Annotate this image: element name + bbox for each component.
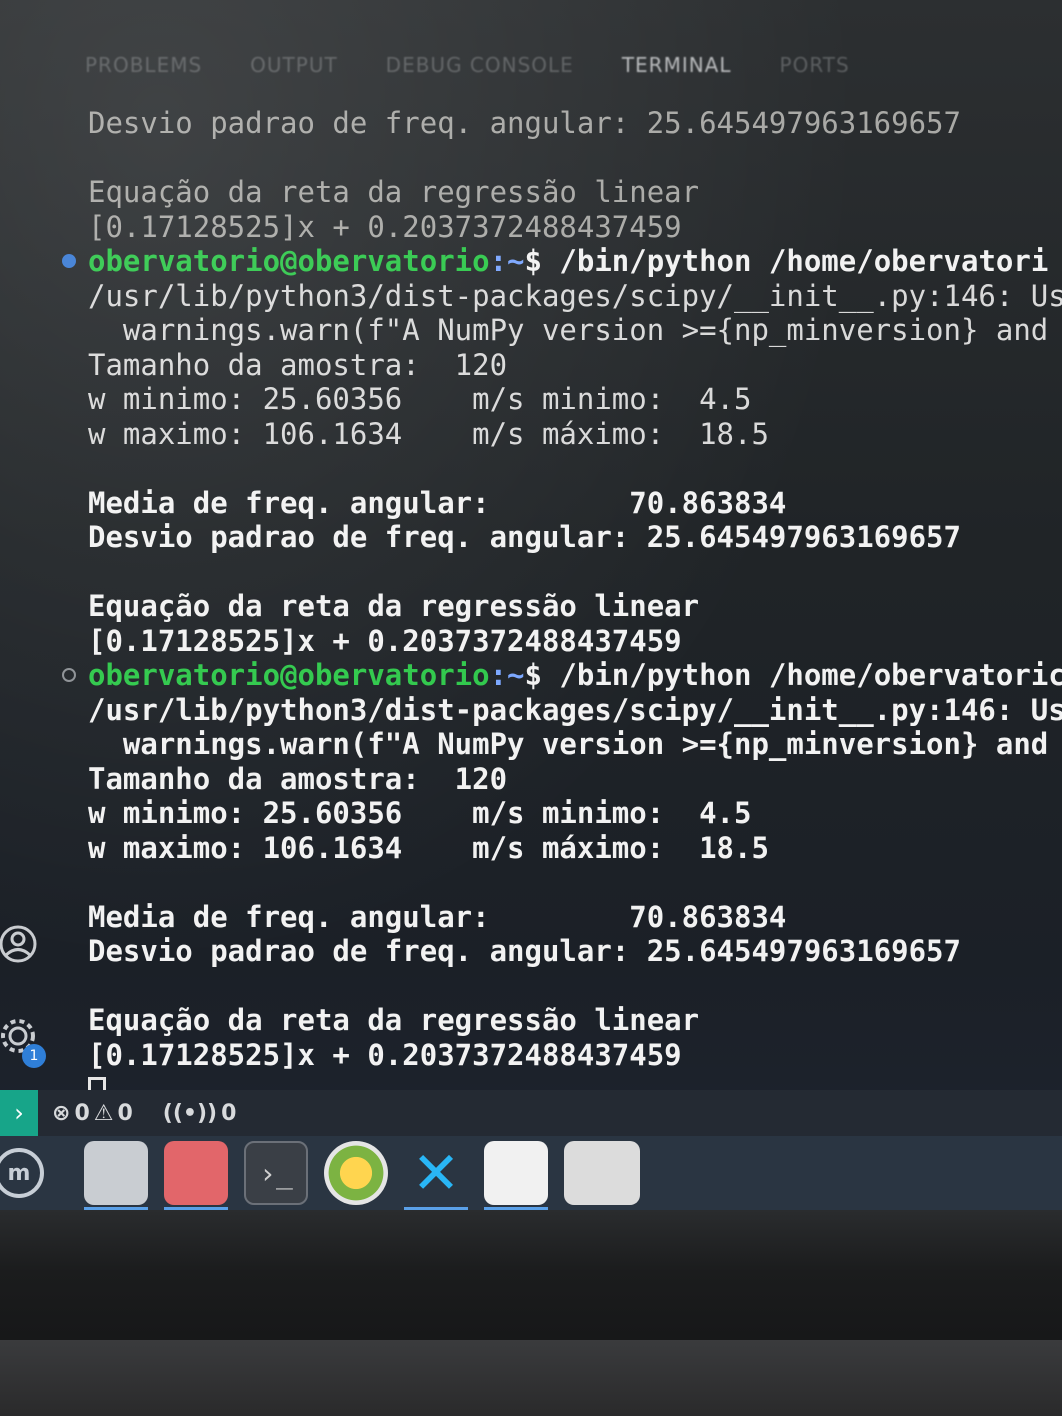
prompt-user: obervatorio@obervatorio	[88, 658, 490, 692]
terminal-line: Desvio padrao de freq. angular: 25.64549…	[88, 520, 961, 554]
command-status-dot-icon[interactable]	[62, 254, 76, 268]
settings-badge: 1	[22, 1044, 46, 1068]
warning-icon: ⚠	[93, 1100, 114, 1126]
terminal-output[interactable]: Desvio padrao de freq. angular: 25.64549…	[62, 106, 1062, 1107]
terminal-line: Tamanho da amostra: 120	[88, 761, 508, 796]
problems-status[interactable]: ⊗ 0 ⚠ 0	[52, 1101, 133, 1126]
terminal-line: warnings.warn(f"A NumPy version >={np_mi…	[88, 313, 1049, 347]
prompt-command: $ /bin/python /home/obervatoric	[524, 658, 1062, 692]
terminal-line: [0.17128525]x + 0.2037372488437459	[88, 623, 682, 658]
tab-ports[interactable]: PORTS	[780, 53, 850, 77]
terminal-line: w minimo: 25.60356 m/s minimo: 4.5	[88, 796, 752, 830]
terminal-line: w maximo: 106.1634 m/s máximo: 18.5	[88, 830, 769, 865]
prompt-user: obervatorio@obervatorio	[88, 244, 490, 278]
remote-button[interactable]: ›	[0, 1090, 38, 1136]
terminal-line: [0.17128525]x + 0.2037372488437459	[88, 1037, 682, 1072]
terminal-line: Desvio padrao de freq. angular: 25.64549…	[88, 106, 961, 140]
prompt-command: $ /bin/python /home/obervatori	[524, 244, 1049, 278]
terminal-line: Media de freq. angular: 70.863834	[88, 899, 787, 934]
files-icon[interactable]	[84, 1141, 148, 1210]
ports-count: 0	[221, 1100, 237, 1126]
tab-problems[interactable]: PROBLEMS	[85, 53, 202, 77]
terminal-prompt-line: obervatorio@obervatorio:~$ /bin/python /…	[62, 658, 1062, 693]
tab-terminal[interactable]: TERMINAL	[622, 53, 732, 77]
prompt-path: :~	[489, 658, 525, 692]
error-count: 0	[74, 1100, 90, 1126]
status-bar: › ⊗ 0 ⚠ 0 ((•)) 0	[0, 1090, 1062, 1136]
vscode-icon[interactable]: ✕	[404, 1139, 468, 1210]
red-app-icon[interactable]	[164, 1141, 228, 1210]
terminal-line: warnings.warn(f"A NumPy version >={np_mi…	[88, 727, 1062, 761]
monitor-screen: PROBLEMS OUTPUT DEBUG CONSOLE TERMINAL P…	[0, 0, 1062, 1210]
desk-edge	[0, 1340, 1062, 1416]
tab-debug-console[interactable]: DEBUG CONSOLE	[386, 53, 574, 77]
terminal-line: w minimo: 25.60356 m/s minimo: 4.5	[88, 382, 752, 416]
prompt-path: :~	[489, 244, 525, 278]
warning-count: 0	[117, 1100, 133, 1126]
terminal-line: Equação da reta da regressão linear	[88, 175, 700, 209]
error-icon: ⊗	[52, 1100, 71, 1126]
terminal-line: Desvio padrao de freq. angular: 25.64549…	[88, 934, 961, 968]
terminal-icon[interactable]: ›_	[244, 1141, 308, 1205]
terminal-line: Equação da reta da regressão linear	[88, 589, 700, 623]
broadcast-icon: ((•))	[162, 1100, 218, 1126]
panel-tab-bar: PROBLEMS OUTPUT DEBUG CONSOLE TERMINAL P…	[85, 48, 1062, 82]
tab-output[interactable]: OUTPUT	[250, 53, 338, 77]
command-status-dot-icon[interactable]	[62, 668, 76, 682]
terminal-line: Equação da reta da regressão linear	[88, 1003, 700, 1037]
terminal-line: Tamanho da amostra: 120	[88, 347, 508, 382]
browser-icon[interactable]	[324, 1141, 388, 1205]
ports-status[interactable]: ((•)) 0	[163, 1101, 237, 1126]
account-icon[interactable]	[0, 922, 40, 966]
white-app-icon-2[interactable]	[564, 1141, 640, 1205]
terminal-line: [0.17128525]x + 0.2037372488437459	[88, 209, 682, 244]
terminal-line: /usr/lib/python3/dist-packages/scipy/__i…	[88, 692, 1062, 727]
terminal-line: w maximo: 106.1634 m/s máximo: 18.5	[88, 416, 769, 451]
white-app-icon[interactable]	[484, 1141, 548, 1210]
taskbar: m ›_ ✕	[0, 1136, 1062, 1210]
start-menu-icon[interactable]: m	[0, 1148, 44, 1198]
terminal-prompt-line: obervatorio@obervatorio:~$ /bin/python /…	[62, 244, 1062, 279]
terminal-line: Media de freq. angular: 70.863834	[88, 485, 787, 520]
terminal-line: /usr/lib/python3/dist-packages/scipy/__i…	[88, 278, 1062, 313]
